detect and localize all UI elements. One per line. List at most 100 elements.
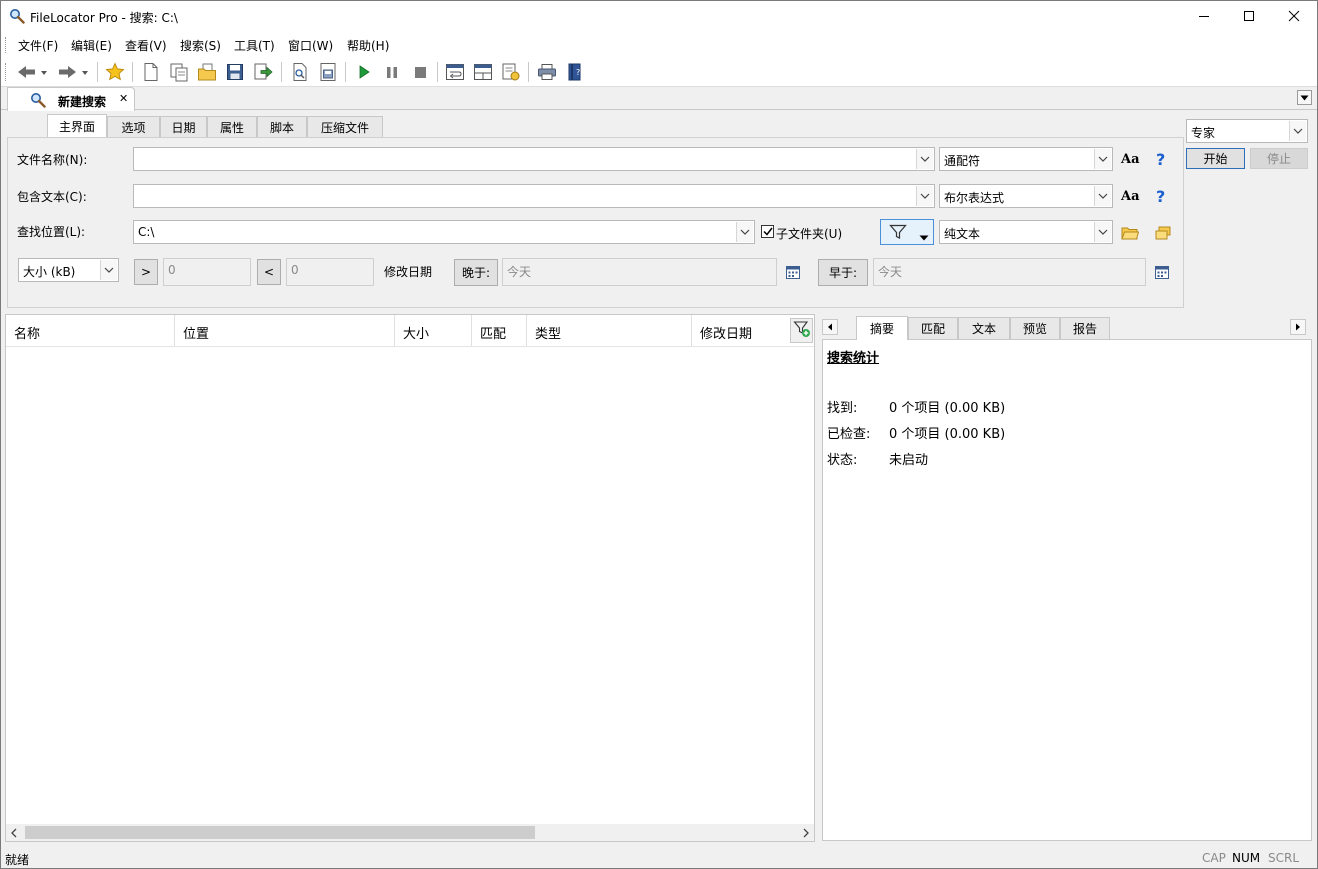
chevron-down-icon[interactable] xyxy=(736,222,753,242)
scroll-left-icon[interactable] xyxy=(10,827,18,841)
new-document-icon[interactable] xyxy=(140,61,162,83)
after-date-button[interactable]: 晚于: xyxy=(454,259,498,286)
tab-summary[interactable]: 摘要 xyxy=(856,316,908,340)
tab-report[interactable]: 报告 xyxy=(1060,317,1110,339)
save-icon[interactable] xyxy=(224,61,246,83)
mode-select[interactable]: 专家 xyxy=(1186,119,1308,143)
back-button[interactable] xyxy=(15,61,49,83)
column-header-location[interactable]: 位置 xyxy=(175,315,395,346)
tab-scroll-left-button[interactable] xyxy=(822,319,838,335)
calendar-icon[interactable] xyxy=(784,263,802,281)
export-icon[interactable] xyxy=(252,61,274,83)
greater-than-button[interactable]: > xyxy=(134,259,158,285)
content-combo[interactable] xyxy=(133,184,935,208)
content-case-sensitive-icon[interactable]: Aa xyxy=(1121,189,1140,204)
location-list-icon[interactable] xyxy=(1154,224,1172,242)
filename-combo[interactable] xyxy=(133,147,935,171)
tab-scroll-right-button[interactable] xyxy=(1290,319,1306,335)
chevron-down-icon[interactable] xyxy=(100,260,117,280)
column-header-type[interactable]: 类型 xyxy=(527,315,692,346)
modified-date-label: 修改日期 xyxy=(384,263,432,280)
size-unit-select[interactable]: 大小 (kB) xyxy=(18,258,119,282)
filetype-mode-select[interactable]: 纯文本 xyxy=(939,220,1113,244)
column-header-modified[interactable]: 修改日期 xyxy=(692,315,790,346)
toolbar-grip xyxy=(5,63,8,81)
toolbar: ? xyxy=(1,57,1317,87)
menu-edit[interactable]: 编辑(E) xyxy=(71,37,112,54)
tab-archives[interactable]: 压缩文件 xyxy=(307,116,383,137)
browse-folder-icon[interactable] xyxy=(1121,224,1139,242)
layout-wrap-icon[interactable] xyxy=(444,61,466,83)
filename-mode-select[interactable]: 通配符 xyxy=(939,147,1113,171)
menu-search[interactable]: 搜索(S) xyxy=(180,37,221,54)
open-folder-icon[interactable] xyxy=(196,61,218,83)
chevron-down-icon[interactable] xyxy=(1094,149,1111,169)
filename-help-icon[interactable]: ? xyxy=(1156,150,1165,169)
minimize-button[interactable] xyxy=(1181,1,1227,31)
less-than-button[interactable]: < xyxy=(257,259,281,285)
filter-dropdown-button[interactable] xyxy=(880,219,934,245)
scroll-lock-indicator: SCRL xyxy=(1268,851,1299,865)
size-max-input[interactable]: 0 xyxy=(286,258,374,286)
tab-text[interactable]: 文本 xyxy=(958,317,1010,339)
menu-window[interactable]: 窗口(W) xyxy=(288,37,333,54)
layout-panes-icon[interactable] xyxy=(472,61,494,83)
after-date-input[interactable]: 今天 xyxy=(502,258,777,286)
save-search-icon[interactable] xyxy=(317,61,339,83)
menu-tools[interactable]: 工具(T) xyxy=(234,37,275,54)
chevron-down-icon[interactable] xyxy=(1289,121,1306,141)
column-header-name[interactable]: 名称 xyxy=(6,315,175,346)
size-unit-value: 大小 (kB) xyxy=(23,263,75,280)
help-book-icon[interactable]: ? xyxy=(564,61,586,83)
scrollbar-thumb[interactable] xyxy=(25,826,535,839)
start-button[interactable]: 开始 xyxy=(1186,148,1245,169)
open-search-icon[interactable] xyxy=(289,61,311,83)
favorites-star-icon[interactable] xyxy=(104,61,126,83)
calendar-icon[interactable] xyxy=(1153,263,1171,281)
document-tab-new-search[interactable]: 新建搜索 ✕ xyxy=(7,87,135,111)
before-date-input[interactable]: 今天 xyxy=(873,258,1146,286)
menu-file[interactable]: 文件(F) xyxy=(18,37,58,54)
maximize-button[interactable] xyxy=(1226,1,1272,31)
scroll-right-icon[interactable] xyxy=(802,827,810,841)
column-header-size[interactable]: 大小 xyxy=(395,315,472,346)
report-settings-icon[interactable] xyxy=(500,61,522,83)
before-date-button[interactable]: 早于: xyxy=(818,259,868,286)
tab-preview[interactable]: 预览 xyxy=(1010,317,1060,339)
menu-grip xyxy=(5,37,8,53)
close-tab-icon[interactable]: ✕ xyxy=(119,92,128,105)
app-window: FileLocator Pro - 搜索: C:\ 文件(F) 编辑(E) 查看… xyxy=(0,0,1318,869)
close-window-button[interactable] xyxy=(1271,1,1317,31)
column-header-match[interactable]: 匹配 xyxy=(472,315,527,346)
content-help-icon[interactable]: ? xyxy=(1156,187,1165,206)
location-combo[interactable]: C:\ xyxy=(133,220,755,244)
pause-icon[interactable] xyxy=(381,61,403,83)
tab-main[interactable]: 主界面 xyxy=(47,114,107,137)
column-filter-button[interactable] xyxy=(790,318,813,343)
tab-list-dropdown-button[interactable] xyxy=(1297,90,1312,105)
stop-button[interactable]: 停止 xyxy=(1250,148,1308,169)
chevron-down-icon[interactable] xyxy=(916,149,933,169)
menu-view[interactable]: 查看(V) xyxy=(125,37,167,54)
tab-matches[interactable]: 匹配 xyxy=(908,317,958,339)
tab-script[interactable]: 脚本 xyxy=(257,116,307,137)
tab-date[interactable]: 日期 xyxy=(160,116,207,137)
tab-attributes[interactable]: 属性 xyxy=(207,116,257,137)
subfolders-label[interactable]: 子文件夹(U) xyxy=(776,225,842,242)
start-search-play-icon[interactable] xyxy=(353,61,375,83)
tab-options[interactable]: 选项 xyxy=(107,116,160,137)
print-icon[interactable] xyxy=(536,61,558,83)
chevron-down-icon[interactable] xyxy=(916,186,933,206)
chevron-down-icon[interactable] xyxy=(1094,186,1111,206)
filename-case-sensitive-icon[interactable]: Aa xyxy=(1121,152,1140,167)
subfolders-checkbox[interactable] xyxy=(761,225,774,238)
menu-help[interactable]: 帮助(H) xyxy=(347,37,389,54)
size-min-input[interactable]: 0 xyxy=(163,258,251,286)
stop-icon[interactable] xyxy=(409,61,431,83)
content-mode-select[interactable]: 布尔表达式 xyxy=(939,184,1113,208)
horizontal-scrollbar[interactable] xyxy=(6,824,814,841)
new-from-template-icon[interactable] xyxy=(168,61,190,83)
forward-button[interactable] xyxy=(56,61,90,83)
add-filter-icon xyxy=(793,320,811,341)
chevron-down-icon[interactable] xyxy=(1094,222,1111,242)
